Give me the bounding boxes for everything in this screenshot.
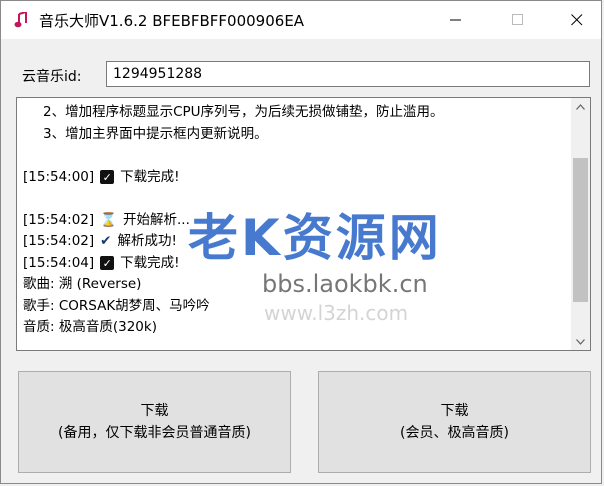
checkmark-icon: ✔ xyxy=(100,233,112,249)
log-line: [15:54:02] ⌛ 开始解析... xyxy=(23,210,567,232)
log-text: 开始解析... xyxy=(122,211,190,228)
log-text: 下载完成! xyxy=(120,168,180,185)
music-id-input[interactable] xyxy=(106,61,590,87)
log-line: [15:54:04] ✓ 下载完成! xyxy=(23,253,567,275)
log-line: 歌曲: 溯 (Reverse) xyxy=(23,274,567,296)
hourglass-icon: ⌛ xyxy=(100,211,117,228)
log-text: 2、增加程序标题显示CPU序列号，为后续无损做铺垫，防止滥用。 xyxy=(43,104,444,120)
log-text: 解析成功! xyxy=(117,233,177,249)
download-backup-title: 下载 xyxy=(140,403,169,419)
log-line: 歌手: CORSAK胡梦周、马吟吟 xyxy=(23,296,567,318)
log-text: 3、增加主界面中提示框内更新说明。 xyxy=(43,125,268,142)
scroll-down-button[interactable] xyxy=(571,333,590,350)
chevron-up-icon xyxy=(576,103,585,110)
download-vip-subtitle: (会员、极高音质) xyxy=(400,425,509,441)
log-line: 音质: 极高音质(320k) xyxy=(23,317,567,339)
download-backup-button[interactable]: 下载 (备用，仅下载非会员普通音质) xyxy=(18,371,291,473)
log-text: 歌曲: 溯 (Reverse) xyxy=(23,276,142,292)
title-bar[interactable]: 音乐大师V1.6.2 BFEBFBFF000906EA xyxy=(1,1,601,39)
close-button[interactable] xyxy=(554,1,600,39)
log-line: 2、增加程序标题显示CPU序列号，为后续无损做铺垫，防止滥用。 xyxy=(23,102,567,124)
id-label: 云音乐id: xyxy=(22,69,82,85)
download-vip-title: 下载 xyxy=(440,403,469,419)
log-line: [15:54:00] ✓ 下载完成! xyxy=(23,167,567,189)
scroll-thumb[interactable] xyxy=(573,158,588,302)
log-scrollbar[interactable] xyxy=(571,98,590,350)
log-timestamp: [15:54:04] xyxy=(23,254,95,271)
log-line: 3、增加主界面中提示框内更新说明。 xyxy=(23,124,567,146)
check-box-icon: ✓ xyxy=(100,256,115,271)
check-box-icon: ✓ xyxy=(100,170,115,185)
maximize-icon xyxy=(512,14,523,25)
chevron-down-icon xyxy=(576,338,585,345)
log-line: [15:54:02] ✔ 解析成功! xyxy=(23,231,567,253)
log-text: 下载完成! xyxy=(120,254,180,271)
download-backup-subtitle: (备用，仅下载非会员普通音质) xyxy=(58,425,251,441)
minimize-icon xyxy=(450,19,461,21)
log-textarea[interactable]: 2、增加程序标题显示CPU序列号，为后续无损做铺垫，防止滥用。 3、增加主界面中提… xyxy=(16,97,591,351)
download-vip-button[interactable]: 下载 (会员、极高音质) xyxy=(318,371,591,473)
scroll-up-button[interactable] xyxy=(571,98,590,115)
log-content: 2、增加程序标题显示CPU序列号，为后续无损做铺垫，防止滥用。 3、增加主界面中提… xyxy=(23,102,567,339)
window-title: 音乐大师V1.6.2 BFEBFBFF000906EA xyxy=(39,11,305,30)
log-timestamp: [15:54:02] xyxy=(23,211,95,228)
minimize-button[interactable] xyxy=(433,1,479,39)
maximize-button[interactable] xyxy=(495,1,541,39)
close-icon xyxy=(571,14,583,26)
app-window: 音乐大师V1.6.2 BFEBFBFF000906EA 云音乐id: 2、增加程… xyxy=(0,0,602,484)
log-text: 歌手: CORSAK胡梦周、马吟吟 xyxy=(23,297,210,314)
log-timestamp: [15:54:00] xyxy=(23,168,95,185)
log-text: 音质: 极高音质(320k) xyxy=(23,319,157,335)
music-note-icon xyxy=(13,12,29,28)
log-timestamp: [15:54:02] xyxy=(23,233,95,249)
